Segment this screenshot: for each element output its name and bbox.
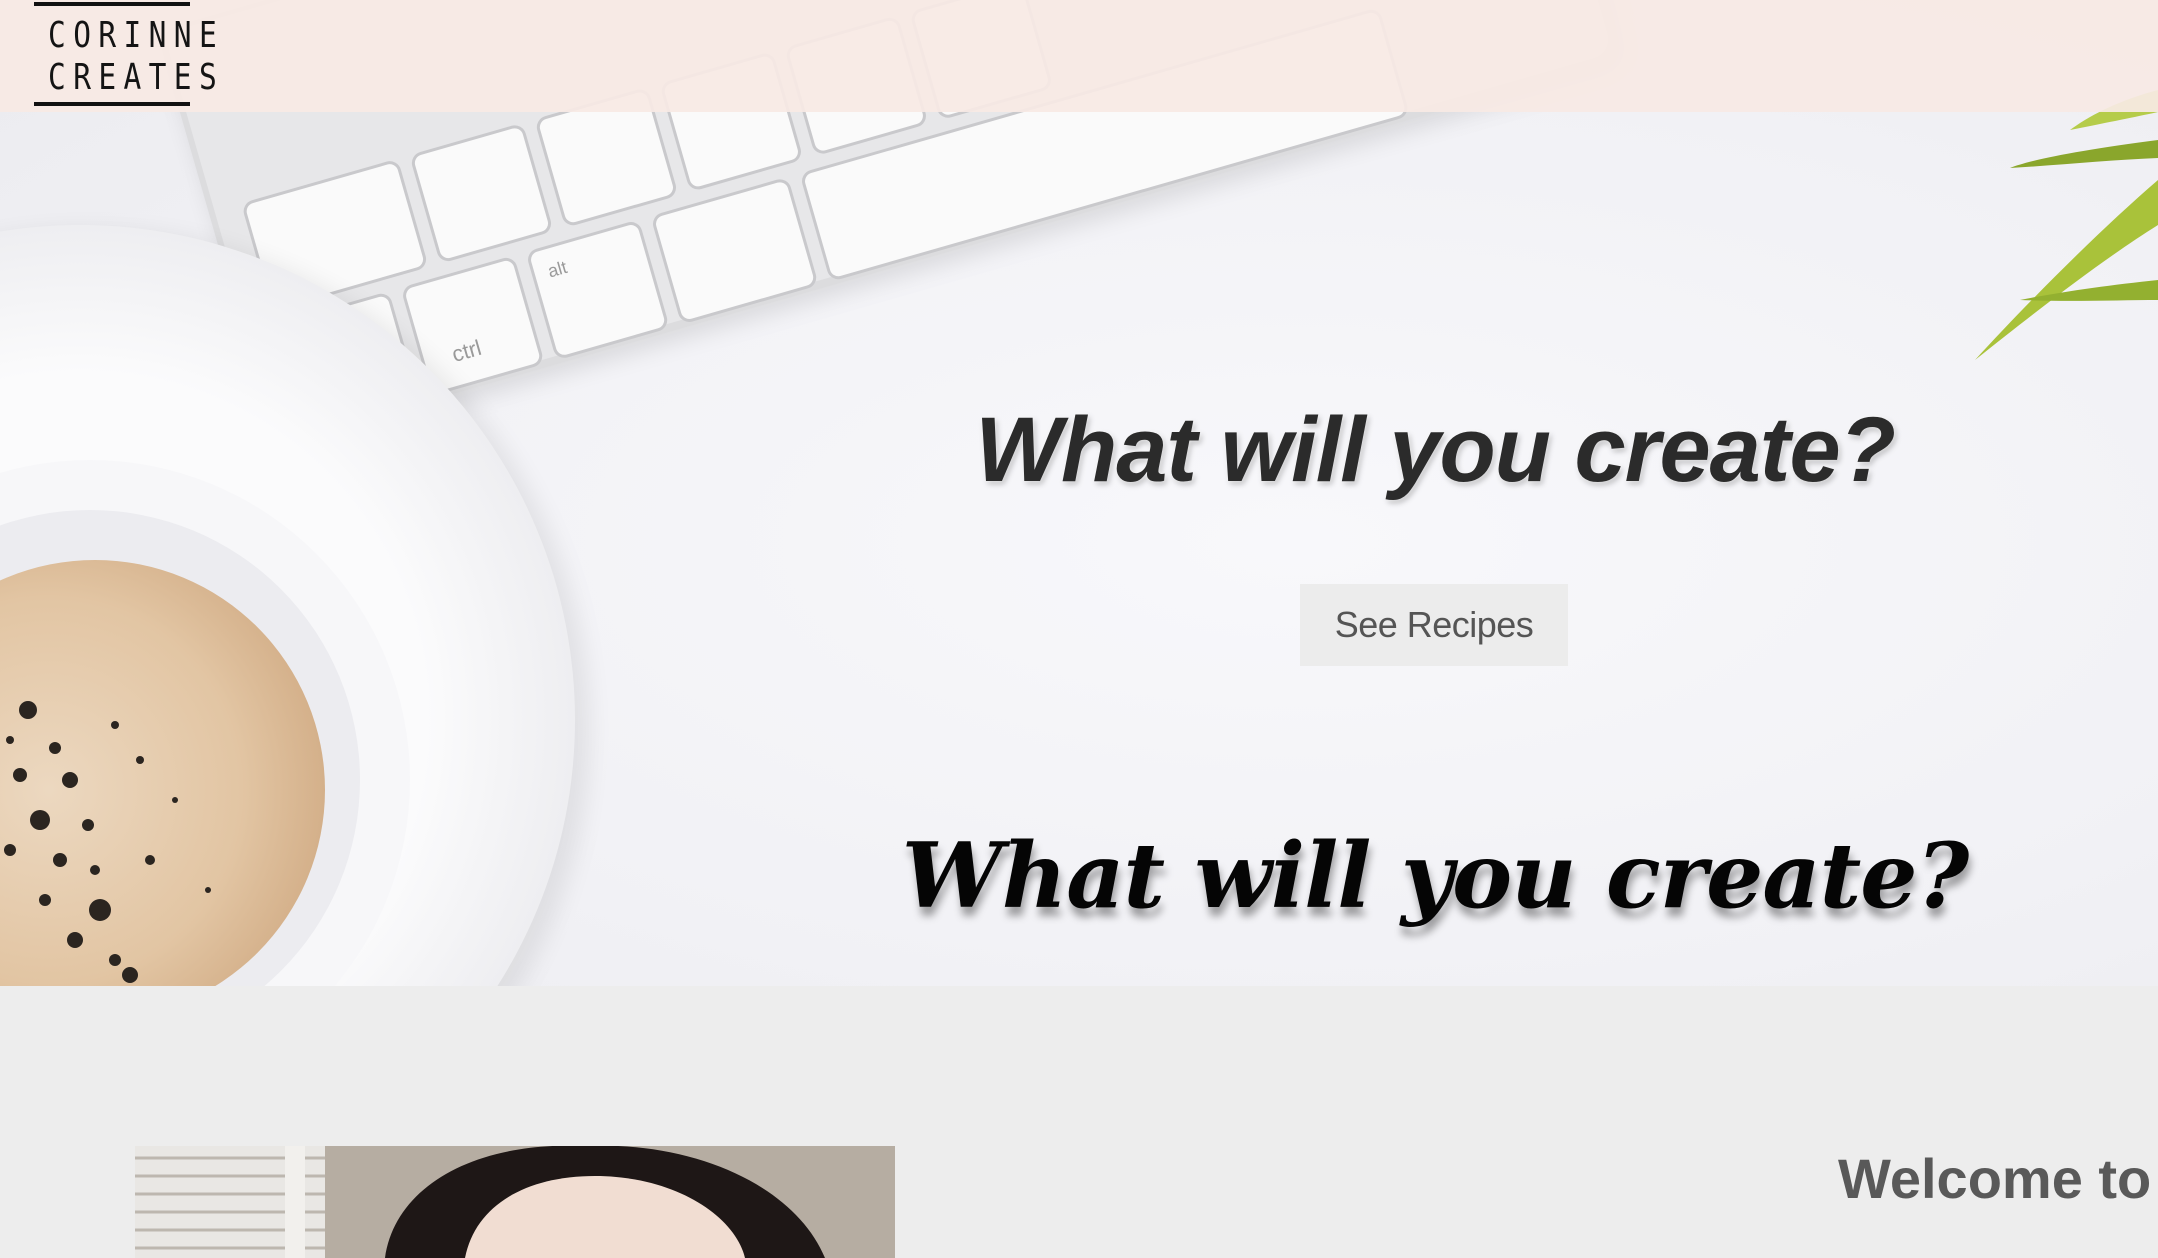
plant-leaves-illustration (1975, 90, 2158, 360)
welcome-heading: Welcome to r (1838, 1147, 2158, 1210)
hero-section: ctrl alt What will you create? See Recip… (0, 0, 2158, 986)
logo-line-1: CORINNE (48, 15, 225, 56)
see-recipes-button[interactable]: See Recipes (1300, 584, 1568, 666)
logo-line-2: CREATES (48, 57, 225, 98)
hero-title: What will you create? (975, 399, 1896, 501)
site-logo[interactable]: CORINNE CREATES (34, 2, 225, 106)
page: ctrl alt What will you create? See Recip… (0, 0, 2158, 1258)
welcome-section: Welcome to r (0, 986, 2158, 1258)
site-header: CORINNE CREATES (0, 0, 2158, 112)
about-photo (135, 1146, 895, 1258)
hero-title-serif: What will you create? (901, 823, 1970, 929)
